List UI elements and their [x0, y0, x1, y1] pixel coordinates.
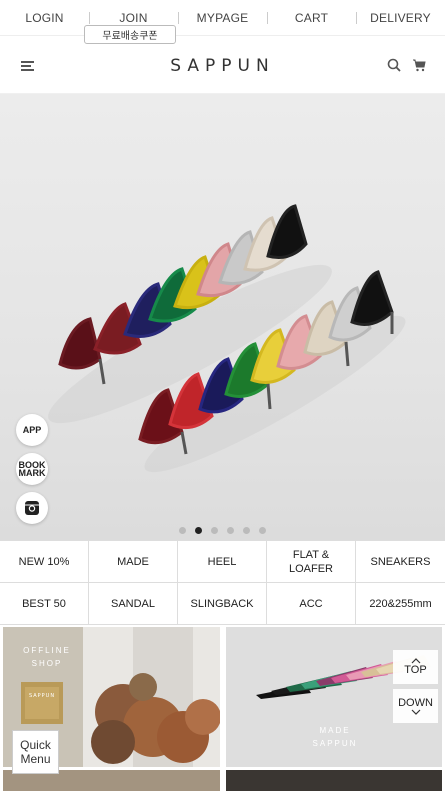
- slide-indicator: [0, 527, 445, 534]
- svg-text:SAPPUN: SAPPUN: [29, 693, 55, 699]
- sandals-product-image: [48, 204, 406, 473]
- category-sandal[interactable]: SANDAL: [89, 583, 178, 625]
- category-slingback[interactable]: SLINGBACK: [178, 583, 267, 625]
- search-icon[interactable]: [387, 58, 401, 72]
- category-new[interactable]: NEW 10%: [0, 541, 89, 583]
- free-shipping-coupon-badge[interactable]: 무료배송쿠폰: [84, 25, 176, 44]
- cart-link[interactable]: CART: [267, 0, 356, 35]
- site-header: SAPPUN: [0, 36, 445, 94]
- made-sappun-label: MADE SAPPUN: [312, 726, 358, 748]
- instagram-button[interactable]: [16, 492, 48, 524]
- top-label: TOP: [404, 664, 427, 676]
- login-link[interactable]: LOGIN: [0, 0, 89, 35]
- scroll-down-button[interactable]: DOWN: [393, 689, 438, 723]
- instagram-icon: [25, 501, 39, 515]
- quick-menu-button[interactable]: Quick Menu: [12, 730, 59, 774]
- cart-icon[interactable]: [412, 58, 426, 72]
- category-sizes[interactable]: 220&255mm: [356, 583, 445, 625]
- category-sneakers[interactable]: SNEAKERS: [356, 541, 445, 583]
- slide-dot[interactable]: [243, 527, 250, 534]
- slide-dot[interactable]: [259, 527, 266, 534]
- app-button[interactable]: APP: [16, 414, 48, 446]
- mypage-link[interactable]: MYPAGE: [178, 0, 267, 35]
- chevron-down-icon: [411, 709, 420, 715]
- category-acc[interactable]: ACC: [267, 583, 356, 625]
- scroll-top-button[interactable]: TOP: [393, 650, 438, 684]
- down-label: DOWN: [398, 697, 433, 709]
- slide-dot-active[interactable]: [195, 527, 202, 534]
- category-best[interactable]: BEST 50: [0, 583, 89, 625]
- offline-shop-label: OFFLINE SHOP: [23, 646, 71, 668]
- delivery-link[interactable]: DELIVERY: [356, 0, 445, 35]
- category-heel[interactable]: HEEL: [178, 541, 267, 583]
- slide-dot[interactable]: [211, 527, 218, 534]
- category-flat-loafer[interactable]: FLAT & LOAFER: [267, 541, 356, 583]
- promo-tile-partial[interactable]: [226, 770, 442, 791]
- category-made[interactable]: MADE: [89, 541, 178, 583]
- category-grid: NEW 10% MADE HEEL FLAT & LOAFER SNEAKERS…: [0, 540, 445, 625]
- slide-dot[interactable]: [179, 527, 186, 534]
- site-logo[interactable]: SAPPUN: [0, 56, 445, 76]
- bookmark-button[interactable]: BOOK MARK: [16, 453, 48, 485]
- hero-banner[interactable]: APP BOOK MARK: [0, 94, 445, 540]
- top-nav: LOGIN JOIN MYPAGE CART DELIVERY: [0, 0, 445, 36]
- slide-dot[interactable]: [227, 527, 234, 534]
